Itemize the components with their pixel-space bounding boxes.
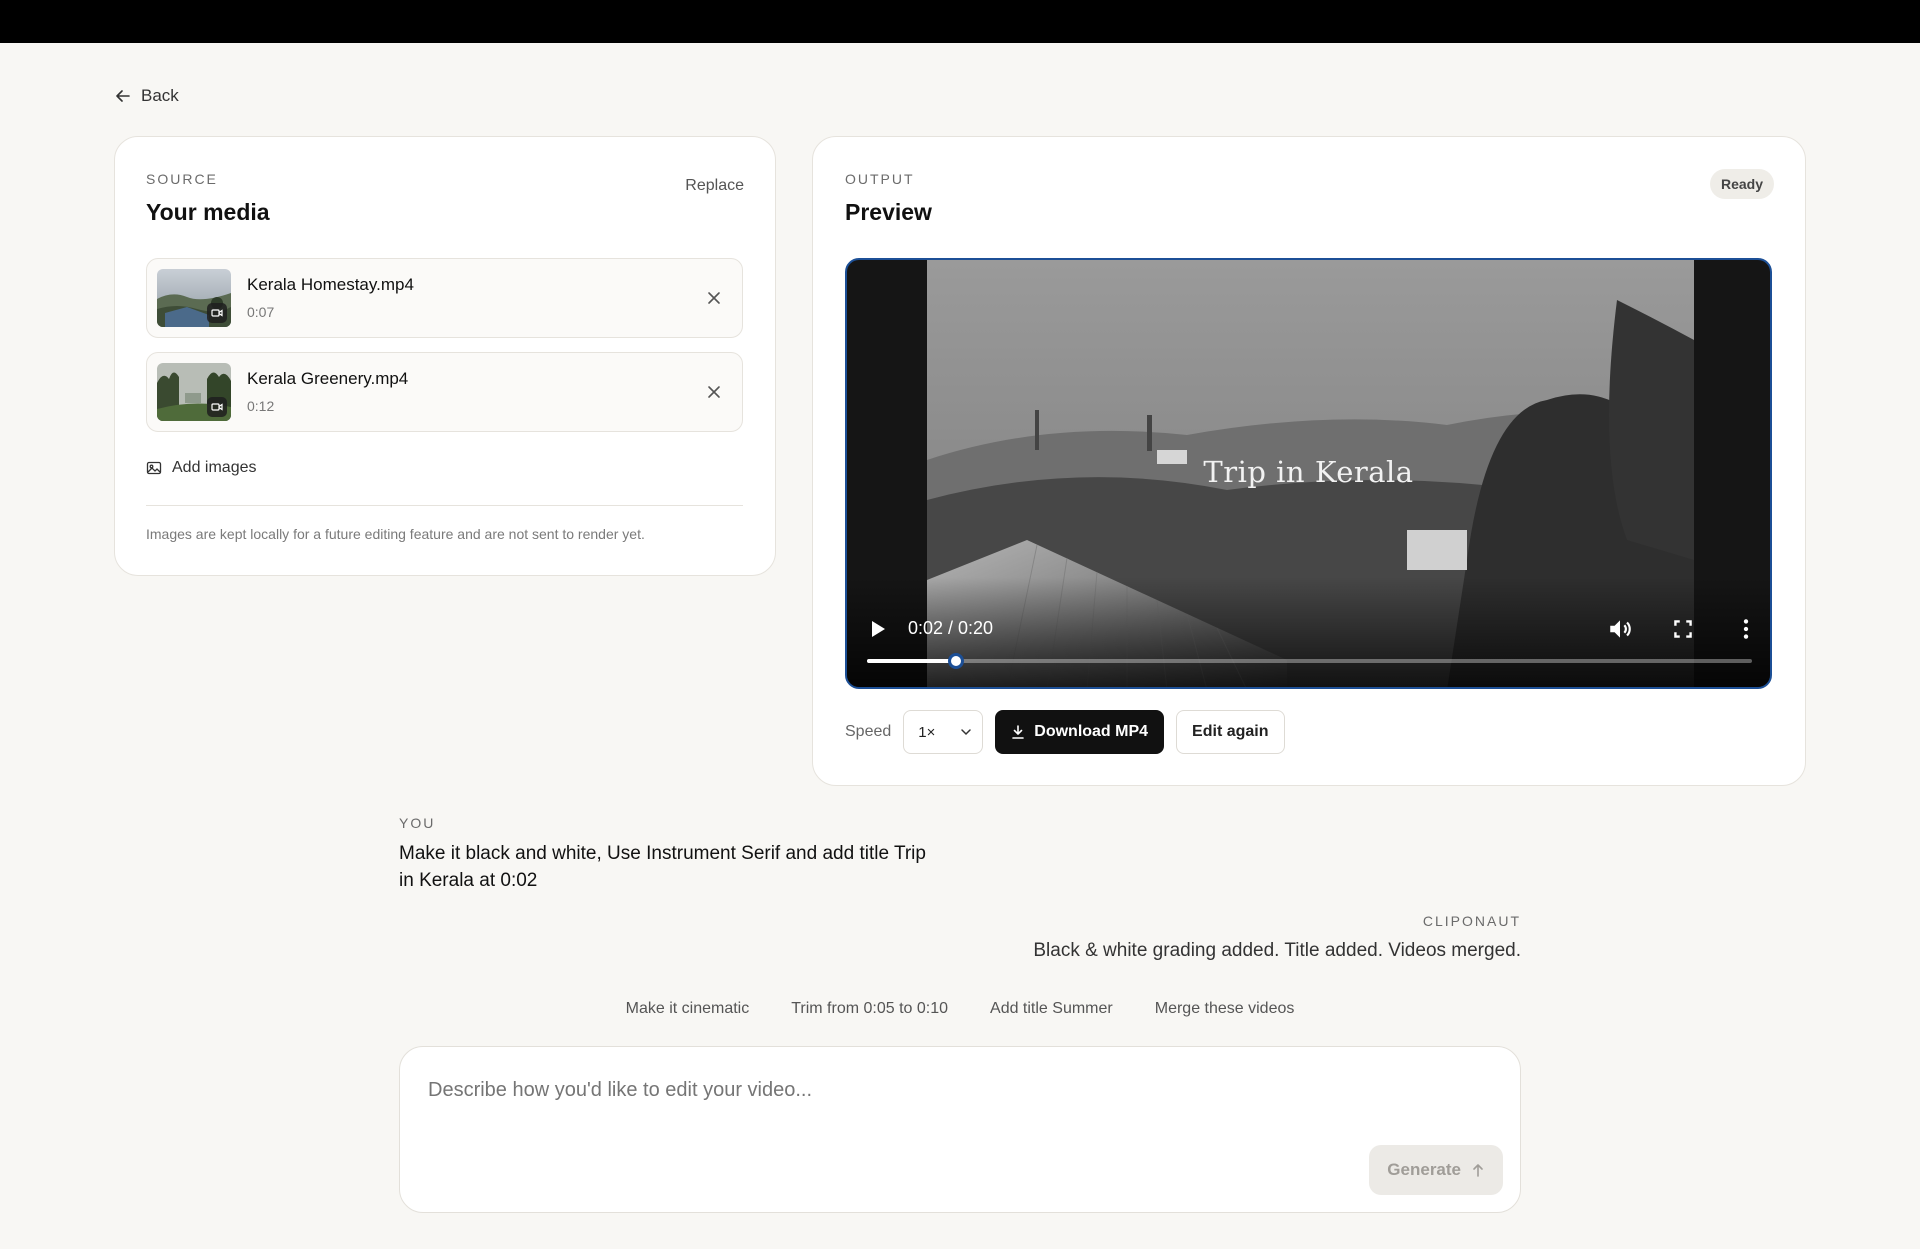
- video-thumbnail: [157, 363, 231, 421]
- generate-label: Generate: [1387, 1160, 1461, 1179]
- user-message: Make it black and white, Use Instrument …: [399, 843, 926, 891]
- video-thumbnail: [157, 269, 231, 327]
- prompt-input[interactable]: [428, 1079, 1428, 1102]
- video-overlay-title: Trip in Kerala: [1203, 455, 1414, 489]
- chevron-down-icon: [961, 729, 972, 736]
- remove-media-icon[interactable]: [704, 288, 724, 308]
- seek-bar[interactable]: [867, 653, 1752, 669]
- video-camera-icon: [211, 403, 223, 411]
- source-title: Your media: [146, 199, 270, 225]
- seek-handle[interactable]: [947, 653, 964, 669]
- suggestion-chip[interactable]: Merge these videos: [1134, 1000, 1316, 1018]
- suggestion-chip[interactable]: Add title Summer: [969, 1000, 1134, 1018]
- seek-progress: [867, 659, 956, 663]
- speed-select[interactable]: 1×: [903, 710, 984, 754]
- media-item: Kerala Homestay.mp4 0:07: [146, 258, 743, 338]
- source-eyebrow: SOURCE: [146, 171, 218, 187]
- media-name: Kerala Homestay.mp4: [247, 275, 414, 294]
- add-images-button[interactable]: Add images: [146, 459, 257, 477]
- output-panel: OUTPUT Preview Ready Trip in Kerala 0:02…: [812, 136, 1806, 786]
- prompt-composer: Generate: [399, 1046, 1521, 1213]
- speed-value: 1×: [918, 723, 936, 741]
- remove-media-icon[interactable]: [704, 382, 724, 402]
- generate-button[interactable]: Generate: [1369, 1145, 1503, 1195]
- media-duration: 0:12: [247, 398, 275, 414]
- divider: [146, 505, 743, 506]
- status-badge: Ready: [1709, 169, 1774, 199]
- video-player[interactable]: Trip in Kerala 0:02 / 0:20: [845, 258, 1772, 689]
- assistant-label: CLIPONAUT: [1422, 913, 1521, 929]
- replace-button[interactable]: Replace: [685, 177, 744, 195]
- top-bar: [0, 0, 1920, 43]
- video-camera-icon: [211, 309, 223, 317]
- download-button[interactable]: Download MP4: [995, 710, 1165, 754]
- arrow-left-icon: [116, 90, 130, 102]
- preview-actions: Speed 1× Download MP4 Edit again: [845, 710, 1285, 754]
- download-icon: [1012, 725, 1025, 739]
- back-label: Back: [141, 86, 179, 105]
- suggestion-chips: Make it cinematic Trim from 0:05 to 0:10…: [0, 1000, 1920, 1018]
- download-label: Download MP4: [1034, 723, 1149, 740]
- output-title: Preview: [845, 199, 932, 225]
- media-name: Kerala Greenery.mp4: [247, 369, 409, 388]
- user-label: YOU: [399, 815, 436, 831]
- assistant-message: Black & white grading added. Title added…: [1033, 940, 1521, 961]
- local-images-note: Images are kept locally for a future edi…: [146, 526, 645, 542]
- output-eyebrow: OUTPUT: [845, 171, 915, 187]
- media-item: Kerala Greenery.mp4 0:12: [146, 352, 743, 432]
- back-button[interactable]: Back: [115, 86, 179, 106]
- arrow-up-icon: [1473, 1164, 1483, 1177]
- volume-icon[interactable]: [1607, 616, 1633, 642]
- fullscreen-icon[interactable]: [1670, 616, 1696, 642]
- play-icon[interactable]: [869, 619, 887, 639]
- add-images-label: Add images: [172, 459, 257, 476]
- video-time: 0:02 / 0:20: [908, 618, 994, 638]
- more-options-icon[interactable]: [1733, 616, 1759, 642]
- image-icon: [146, 461, 162, 475]
- suggestion-chip[interactable]: Make it cinematic: [605, 1000, 771, 1018]
- video-badge: [207, 303, 227, 323]
- video-badge: [207, 397, 227, 417]
- source-panel: SOURCE Your media Replace Kerala Homesta…: [114, 136, 776, 576]
- edit-again-button[interactable]: Edit again: [1176, 710, 1285, 754]
- speed-label: Speed: [845, 723, 892, 740]
- media-duration: 0:07: [247, 304, 275, 320]
- suggestion-chip[interactable]: Trim from 0:05 to 0:10: [770, 1000, 969, 1018]
